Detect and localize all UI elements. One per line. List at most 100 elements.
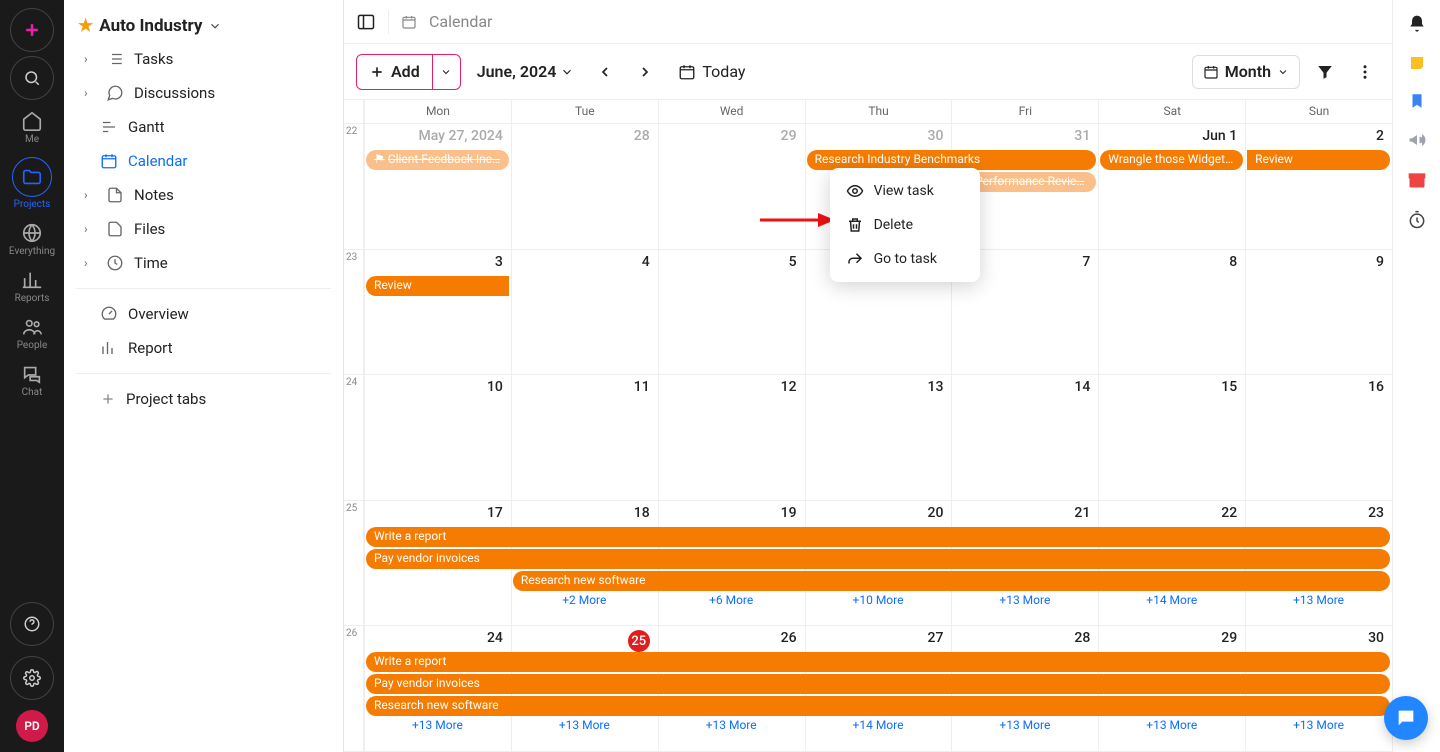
add-dropdown[interactable] xyxy=(432,55,460,89)
calendar-event[interactable]: Review xyxy=(366,276,509,296)
nav-project-tabs[interactable]: Project tabs xyxy=(70,382,337,416)
day-cell[interactable]: 11 xyxy=(511,375,658,500)
filter-button[interactable] xyxy=(1310,57,1340,87)
timer-icon[interactable] xyxy=(1407,210,1427,230)
rail-reports-label: Reports xyxy=(15,293,50,304)
calendar-event[interactable]: Review xyxy=(1247,150,1390,170)
bookmark-icon[interactable] xyxy=(1408,92,1426,110)
calendar-panel-icon[interactable] xyxy=(1407,170,1427,190)
nav-tasks[interactable]: ›Tasks xyxy=(70,42,337,76)
date-number: 3 xyxy=(495,254,503,270)
date-number: 28 xyxy=(1074,630,1090,646)
date-number: 31 xyxy=(1074,128,1090,144)
day-cell[interactable]: 9 xyxy=(1245,250,1392,375)
more-link[interactable]: +14 More xyxy=(805,718,952,734)
rail-projects-label: Projects xyxy=(14,199,51,210)
context-menu: View taskDeleteGo to task xyxy=(830,168,980,282)
context-menu-view[interactable]: View task xyxy=(830,174,980,208)
day-cell[interactable]: 3 xyxy=(364,250,511,375)
notes-icon xyxy=(106,186,124,204)
more-link[interactable]: +13 More xyxy=(951,718,1098,734)
nav-overview[interactable]: Overview xyxy=(70,297,337,331)
date-number: 12 xyxy=(781,379,797,395)
day-cell[interactable]: 16 xyxy=(1245,375,1392,500)
day-cell[interactable]: 5 xyxy=(658,250,805,375)
rail-everything[interactable]: Everything xyxy=(0,216,64,259)
prev-month-button[interactable] xyxy=(590,57,620,87)
add-button[interactable]: Add xyxy=(357,62,432,81)
more-link[interactable]: +13 More xyxy=(1245,593,1392,609)
calendar-event[interactable]: Wrangle those Widgets… xyxy=(1100,150,1243,170)
view-mode-button[interactable]: Month xyxy=(1192,55,1300,89)
sidebar-toggle-icon[interactable] xyxy=(356,12,376,32)
today-button[interactable]: Today xyxy=(670,55,753,89)
calendar-event[interactable]: Research Industry Benchmarks xyxy=(807,150,1097,170)
day-cell[interactable]: 12 xyxy=(658,375,805,500)
rail-me[interactable]: Me xyxy=(0,104,64,147)
notes-panel-icon[interactable] xyxy=(1408,54,1426,72)
context-menu-goto[interactable]: Go to task xyxy=(830,242,980,276)
month-picker[interactable]: June, 2024 xyxy=(471,62,581,81)
global-search-button[interactable] xyxy=(10,56,54,100)
calendar-event[interactable]: Research new software xyxy=(366,696,1390,716)
discussions-icon xyxy=(106,84,124,102)
settings-button[interactable] xyxy=(10,656,54,700)
next-month-button[interactable] xyxy=(630,57,660,87)
date-number: 23 xyxy=(1368,505,1384,521)
day-cell[interactable]: 8 xyxy=(1098,250,1245,375)
calendar-event[interactable]: Write a report xyxy=(366,527,1390,547)
date-number: 9 xyxy=(1376,254,1384,270)
calendar-event[interactable]: ⚑Client Feedback Inc… xyxy=(366,150,509,170)
day-cell[interactable]: 4 xyxy=(511,250,658,375)
calendar-event[interactable]: Pay vendor invoices xyxy=(366,674,1390,694)
nav-calendar[interactable]: Calendar xyxy=(70,144,337,178)
nav-files[interactable]: ›Files xyxy=(70,212,337,246)
more-button[interactable] xyxy=(1350,57,1380,87)
more-link[interactable]: +13 More xyxy=(1098,718,1245,734)
more-link[interactable]: +14 More xyxy=(1098,593,1245,609)
rail-chat[interactable]: Chat xyxy=(0,357,64,400)
more-link[interactable]: +13 More xyxy=(511,718,658,734)
more-link[interactable]: +13 More xyxy=(658,718,805,734)
breadcrumb-calendar: Calendar xyxy=(429,12,492,31)
more-link[interactable]: +13 More xyxy=(364,718,511,734)
rail-people[interactable]: People xyxy=(0,310,64,353)
week-number: 26 xyxy=(344,626,363,752)
nav-gantt[interactable]: Gantt xyxy=(70,110,337,144)
more-link[interactable]: +13 More xyxy=(1245,718,1392,734)
calendar-event[interactable]: Research new software xyxy=(513,571,1390,591)
more-link[interactable]: +13 More xyxy=(951,593,1098,609)
date-number: 21 xyxy=(1074,505,1090,521)
chat-bubble-button[interactable] xyxy=(1384,696,1428,740)
project-title[interactable]: ★ Auto Industry xyxy=(70,10,337,42)
rail-reports[interactable]: Reports xyxy=(0,263,64,306)
day-cell[interactable]: 14 xyxy=(951,375,1098,500)
more-link[interactable]: +2 More xyxy=(511,593,658,609)
day-header: Wed xyxy=(658,100,805,124)
day-cell[interactable]: 15 xyxy=(1098,375,1245,500)
nav-report[interactable]: Report xyxy=(70,331,337,365)
date-number: 27 xyxy=(928,630,944,646)
more-link[interactable]: +6 More xyxy=(658,593,805,609)
day-cell[interactable]: 13 xyxy=(805,375,952,500)
nav-time[interactable]: ›Time xyxy=(70,246,337,280)
context-menu-delete[interactable]: Delete xyxy=(830,208,980,242)
notifications-icon[interactable] xyxy=(1407,14,1427,34)
day-header: Mon xyxy=(364,100,511,124)
calendar-event[interactable]: Write a report xyxy=(366,652,1390,672)
nav-notes[interactable]: ›Notes xyxy=(70,178,337,212)
user-avatar[interactable]: PD xyxy=(16,710,48,742)
rail-people-label: People xyxy=(17,340,48,351)
announce-icon[interactable] xyxy=(1407,130,1427,150)
day-header: Fri xyxy=(951,100,1098,124)
day-cell[interactable]: 10 xyxy=(364,375,511,500)
rail-projects[interactable]: Projects xyxy=(0,151,64,212)
date-number: 5 xyxy=(789,254,797,270)
help-button[interactable] xyxy=(10,602,54,646)
date-number: 18 xyxy=(634,505,650,521)
day-header: Thu xyxy=(805,100,952,124)
global-add-button[interactable] xyxy=(10,8,54,52)
calendar-event[interactable]: Pay vendor invoices xyxy=(366,549,1390,569)
more-link[interactable]: +10 More xyxy=(805,593,952,609)
nav-discussions[interactable]: ›Discussions xyxy=(70,76,337,110)
